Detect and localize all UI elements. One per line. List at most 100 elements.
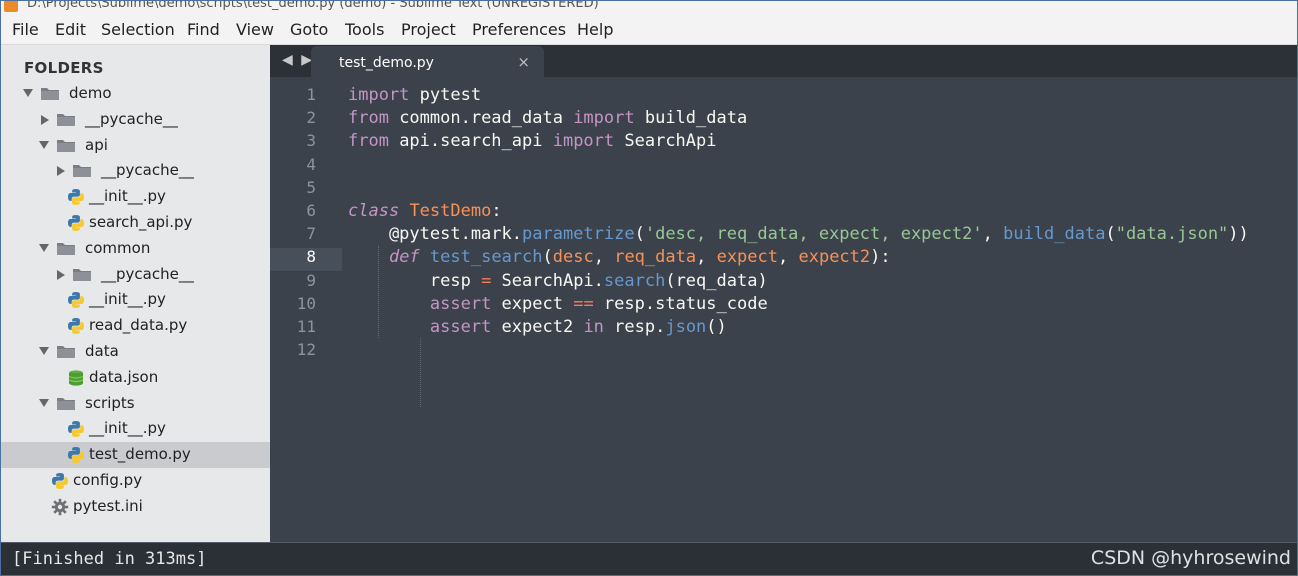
sidebar-item-label: common bbox=[85, 238, 151, 257]
menu-view[interactable]: View bbox=[236, 20, 274, 39]
python-icon bbox=[67, 188, 85, 206]
close-icon[interactable]: × bbox=[517, 53, 530, 71]
code-token: in bbox=[583, 317, 604, 337]
code-line[interactable]: assert expect == resp.status_code bbox=[348, 294, 768, 317]
menu-help[interactable]: Help bbox=[577, 20, 613, 39]
sidebar-folder[interactable]: __pycache__ bbox=[1, 262, 270, 288]
line-number: 8 bbox=[306, 247, 316, 267]
sidebar-folder[interactable]: __pycache__ bbox=[1, 158, 270, 184]
code-token: () bbox=[706, 317, 727, 337]
sidebar-folder[interactable]: __pycache__ bbox=[1, 107, 270, 133]
sidebar-file[interactable]: __init__.py bbox=[1, 184, 270, 210]
code-token: ( bbox=[542, 247, 553, 268]
code-token: assert bbox=[429, 317, 492, 337]
sidebar-item-label: test_demo.py bbox=[89, 445, 191, 464]
code-token: build_data bbox=[1003, 224, 1106, 245]
build-output-panel: [Finished in 313ms] CSDN @hyhrosewind bbox=[1, 542, 1297, 575]
code-line[interactable]: from api.search_api import SearchApi bbox=[348, 131, 717, 154]
sublime-text-window: D:\Projects\Sublime\demo\scripts\test_de… bbox=[0, 0, 1298, 576]
code-line[interactable]: from common.read_data import build_data bbox=[348, 108, 747, 131]
indent-guide bbox=[420, 338, 421, 407]
code-line[interactable]: def test_search(desc, req_data, expect, … bbox=[348, 247, 891, 270]
tab-strip: ◀ ▶ test_demo.py × bbox=[270, 45, 1297, 77]
window-title: D:\Projects\Sublime\demo\scripts\test_de… bbox=[27, 1, 599, 11]
sidebar-file[interactable]: data.json bbox=[1, 365, 270, 391]
folder-icon bbox=[40, 86, 60, 101]
menu-edit[interactable]: Edit bbox=[55, 20, 86, 39]
code-token: SearchApi bbox=[614, 131, 717, 152]
code-token: import bbox=[552, 131, 615, 152]
code-token: , bbox=[982, 224, 1004, 245]
folder-icon bbox=[56, 112, 76, 127]
sidebar-file[interactable]: pytest.ini bbox=[1, 494, 270, 520]
sidebar-item-label: __pycache__ bbox=[101, 161, 194, 180]
sublime-app-icon bbox=[4, 1, 18, 12]
sidebar-item-label: __init__.py bbox=[89, 290, 166, 309]
line-number: 3 bbox=[306, 131, 316, 151]
code-token: , bbox=[593, 247, 615, 268]
code-editor[interactable]: ◀ ▶ test_demo.py × 1 2 3 4 5 6 7 8 9 10 11 12 impor… bbox=[270, 45, 1297, 542]
sidebar-folder[interactable]: api bbox=[1, 133, 270, 159]
code-line[interactable]: @pytest.mark.parametrize('desc, req_data… bbox=[348, 224, 1249, 247]
sidebar-file[interactable]: read_data.py bbox=[1, 313, 270, 339]
folder-icon bbox=[56, 138, 76, 153]
tab-label: test_demo.py bbox=[339, 55, 434, 71]
python-icon bbox=[67, 317, 85, 335]
sidebar-file[interactable]: test_demo.py bbox=[1, 442, 270, 469]
chevron-down-icon[interactable] bbox=[39, 347, 49, 355]
code-token: class bbox=[348, 201, 400, 221]
code-line[interactable]: import pytest bbox=[348, 85, 481, 108]
code-line[interactable]: class TestDemo: bbox=[348, 201, 502, 224]
code-token: build_data bbox=[634, 108, 748, 129]
code-token: api.search_api bbox=[388, 131, 553, 152]
folder-icon bbox=[56, 241, 76, 256]
chevron-down-icon[interactable] bbox=[39, 243, 49, 252]
sidebar-folder[interactable]: demo bbox=[1, 81, 270, 107]
code-token: )) bbox=[1228, 224, 1249, 245]
code-token: common.read_data bbox=[388, 108, 574, 129]
chevron-right-icon[interactable] bbox=[57, 166, 65, 177]
python-icon bbox=[67, 214, 85, 232]
sidebar-file[interactable]: config.py bbox=[1, 468, 270, 494]
sidebar-item-label: __init__.py bbox=[89, 419, 166, 438]
sidebar-item-label: scripts bbox=[85, 393, 135, 412]
gear-icon bbox=[51, 498, 69, 516]
code-line[interactable]: assert expect2 in resp.json() bbox=[348, 317, 727, 340]
sidebar-file[interactable]: __init__.py bbox=[1, 416, 270, 442]
code-token: = bbox=[481, 270, 492, 291]
sidebar-item-label: read_data.py bbox=[89, 316, 188, 335]
menu-tools[interactable]: Tools bbox=[345, 20, 384, 39]
sidebar-item-label: demo bbox=[69, 84, 112, 102]
chevron-right-icon[interactable] bbox=[41, 114, 49, 125]
line-number: 2 bbox=[306, 108, 316, 128]
code-token: pytest bbox=[409, 85, 482, 105]
sidebar-file[interactable]: search_api.py bbox=[1, 210, 270, 236]
sidebar-file[interactable]: __init__.py bbox=[1, 287, 270, 313]
chevron-down-icon[interactable] bbox=[39, 398, 49, 407]
menu-preferences[interactable]: Preferences bbox=[472, 20, 566, 39]
code-token: (req_data) bbox=[665, 270, 768, 291]
line-number: 4 bbox=[306, 154, 316, 174]
sidebar-folder[interactable]: scripts bbox=[1, 391, 270, 417]
chevron-down-icon[interactable] bbox=[39, 140, 49, 149]
code-line[interactable]: resp = SearchApi.search(req_data) bbox=[348, 271, 768, 294]
chevron-right-icon[interactable] bbox=[57, 269, 65, 280]
menu-selection[interactable]: Selection bbox=[101, 20, 175, 39]
menu-find[interactable]: Find bbox=[187, 20, 220, 39]
tab-test-demo[interactable]: test_demo.py × bbox=[311, 46, 544, 77]
code-token: desc bbox=[552, 247, 594, 268]
code-token: TestDemo bbox=[409, 201, 492, 221]
tab-nav-arrows-icon[interactable]: ◀ ▶ bbox=[282, 52, 314, 68]
menu-project[interactable]: Project bbox=[401, 20, 456, 39]
chevron-down-icon[interactable] bbox=[23, 89, 33, 97]
sidebar-folder[interactable]: common bbox=[1, 236, 270, 262]
line-number: 5 bbox=[306, 177, 316, 197]
menu-goto[interactable]: Goto bbox=[290, 20, 328, 39]
code-token: "data.json" bbox=[1115, 224, 1229, 245]
menu-file[interactable]: File bbox=[12, 20, 39, 39]
menu-bar: File Edit Selection Find View Goto Tools… bbox=[1, 15, 1297, 45]
sidebar-folder[interactable]: data bbox=[1, 339, 270, 365]
sidebar-item-label: data bbox=[85, 342, 119, 360]
sidebar-item-label: api bbox=[85, 135, 108, 154]
